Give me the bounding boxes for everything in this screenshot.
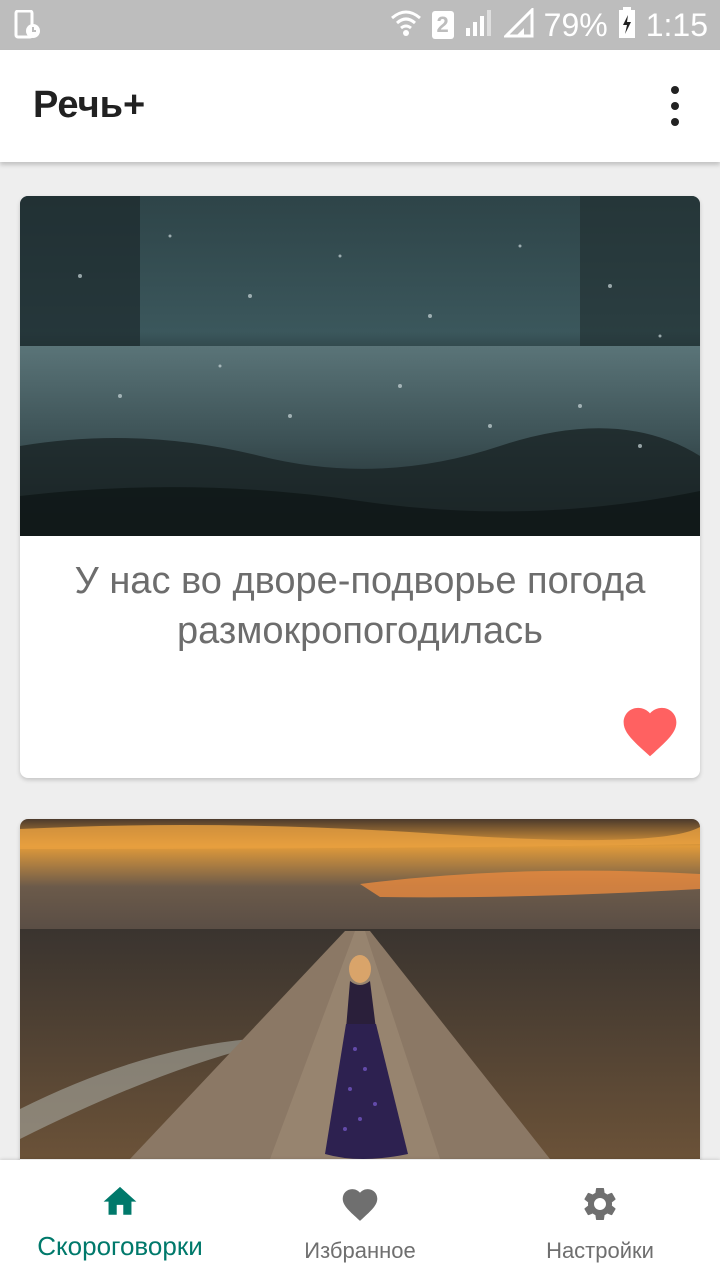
woman-on-road-sunset-photo bbox=[20, 819, 700, 1159]
wifi-icon bbox=[390, 8, 422, 43]
nav-label-settings: Настройки bbox=[546, 1238, 654, 1263]
favorite-heart-icon[interactable] bbox=[618, 700, 682, 758]
nav-tongue-twisters[interactable]: Скороговорки bbox=[0, 1160, 240, 1280]
notification-icon bbox=[14, 9, 42, 45]
home-icon bbox=[100, 1182, 140, 1223]
gear-icon bbox=[580, 1184, 620, 1229]
signal-icon-2 bbox=[502, 5, 534, 43]
nav-label-tongue-twisters: Скороговорки bbox=[37, 1231, 203, 1261]
clock: 1:15 bbox=[645, 6, 708, 43]
tongue-twister-text: У нас во дворе-подворье погода размокроп… bbox=[74, 560, 646, 652]
battery-charging-icon bbox=[618, 6, 636, 44]
tongue-twister-card-2[interactable] bbox=[20, 819, 700, 1219]
more-vert-icon[interactable] bbox=[660, 86, 690, 126]
rain-puddle-photo bbox=[20, 196, 700, 536]
bottom-navigation: Скороговорки Избранное Настройки bbox=[0, 1160, 720, 1280]
nav-favorites[interactable]: Избранное bbox=[240, 1160, 480, 1280]
tongue-twister-card[interactable]: У нас во дворе-подворье погода размокроп… bbox=[20, 196, 700, 778]
status-bar: 2 79% 1:15 bbox=[0, 0, 720, 50]
nav-label-favorites: Избранное bbox=[304, 1238, 416, 1263]
app-title: Речь+ bbox=[33, 84, 146, 126]
signal-icon bbox=[464, 8, 494, 43]
app-bar: Речь+ bbox=[0, 50, 720, 162]
heart-icon bbox=[339, 1184, 381, 1227]
sim-badge: 2 bbox=[431, 11, 454, 39]
nav-settings[interactable]: Настройки bbox=[480, 1160, 720, 1280]
battery-percent: 79% bbox=[543, 6, 608, 43]
